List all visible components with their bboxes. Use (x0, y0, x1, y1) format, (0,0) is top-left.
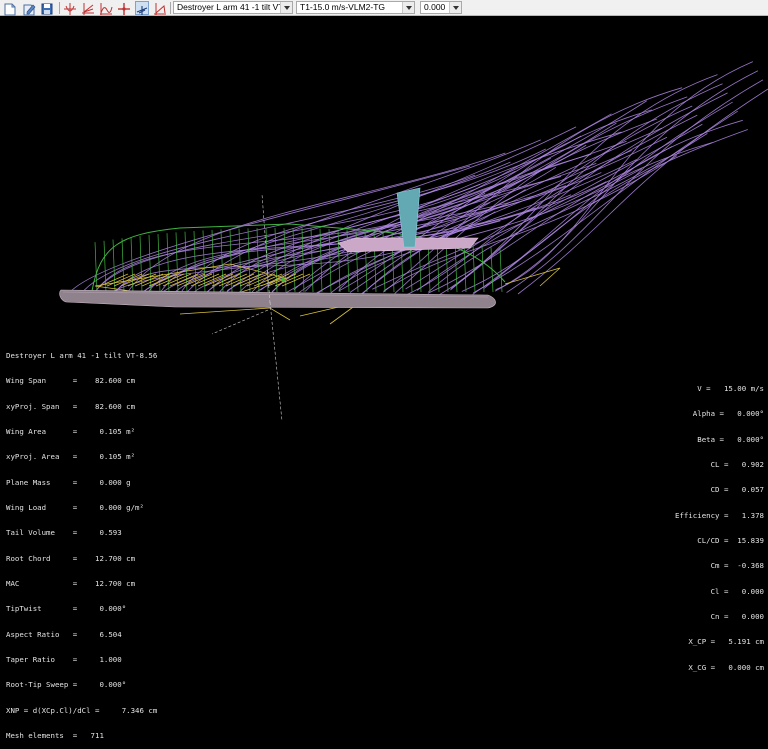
streamline (427, 142, 713, 294)
toolbar-separator (170, 2, 171, 14)
cp-rib (256, 228, 260, 293)
plane-info-line: Root-Tip Sweep = 0.000° (6, 681, 127, 690)
aero-result-line: Beta = 0.000° (697, 435, 764, 444)
aero-result-line: CL/CD = 15.839 (697, 536, 764, 545)
streamline (125, 152, 506, 295)
plane-info-line: TipTwist = 0.000° (6, 605, 127, 614)
cp-rib (184, 231, 188, 293)
cg-marker (281, 278, 285, 282)
plane-3d-view-icon[interactable] (135, 1, 149, 15)
plane-info-line: MAC = 12.700 cm (6, 580, 136, 588)
aero-result-line: Cm = -0.368 (710, 562, 764, 571)
plane-info-line: Plane Mass = 0.000 g (6, 478, 131, 487)
toolbar-separator (59, 2, 60, 14)
wing-3d-view-icon[interactable] (153, 1, 167, 15)
plane-select[interactable]: Destroyer L arm 41 -1 tilt VT-8.56 (173, 1, 293, 14)
aero-result-line: X_CG = 0.000 cm (688, 663, 764, 672)
plane-info-line: Mesh elements = 711 (6, 732, 104, 741)
aero-results-panel: V = 15.00 m/s Alpha = 0.000° Beta = 0.00… (675, 368, 764, 681)
toolbar: Destroyer L arm 41 -1 tilt VT-8.56 T1-15… (0, 0, 768, 16)
plane-info-line: xyProj. Span = 82.600 cm (6, 402, 136, 411)
aero-result-line: Efficiency = 1.378 (675, 511, 764, 520)
gradient-line (246, 273, 276, 287)
main-wing (59, 289, 496, 309)
streamlines (69, 61, 768, 299)
plane-info-line: Aspect Ratio = 6.504 (6, 630, 122, 639)
aero-result-line: X_CP = 5.191 cm (688, 638, 764, 647)
plane-info-line: Taper Ratio = 1.000 (6, 656, 122, 665)
plane-info-line: Root Chord = 12.700 cm (6, 554, 136, 563)
plane-info-line: Wing Load = 0.000 g/m² (6, 503, 144, 512)
open-file-icon[interactable] (3, 1, 17, 16)
cp-rib (148, 234, 152, 293)
plane-select-value: Destroyer L arm 41 -1 tilt VT-8.56 (177, 2, 293, 12)
streamline (506, 79, 764, 293)
plane-info-line: Wing Span = 82.600 cm (6, 377, 136, 386)
operating-point-value: 0.000 (424, 2, 446, 12)
chevron-down-icon[interactable] (280, 2, 292, 13)
streamline (483, 129, 748, 289)
chevron-down-icon[interactable] (402, 2, 414, 13)
gradient-line (148, 273, 178, 287)
cp-rib (220, 229, 224, 293)
plane-info-title: Destroyer L arm 41 -1 tilt VT-8.56 (6, 351, 158, 360)
plane-info-line: Wing Area = 0.105 m² (6, 427, 136, 436)
cross-hair-icon[interactable] (117, 1, 131, 15)
polar-select-value: T1-15.0 m/s-VLM2-TG (300, 2, 386, 12)
streamline (517, 88, 768, 295)
aero-result-line: V = 15.00 m/s (697, 384, 764, 393)
aero-result-line: Alpha = 0.000° (692, 410, 764, 419)
aero-result-line: CL = 0.902 (710, 460, 764, 469)
graph-view-icon[interactable] (99, 1, 113, 15)
aero-result-line: Cl = 0.000 (710, 587, 764, 596)
plane-info-line: XNP = d(XCp.Cl)/dCl = 7.346 cm (6, 706, 158, 715)
polar-view-icon[interactable] (63, 1, 77, 15)
opp-view-icon[interactable] (81, 1, 95, 15)
aero-result-line: Cn = 0.000 (710, 613, 764, 621)
chevron-down-icon[interactable] (449, 2, 461, 13)
plane-info-line: xyProj. Area = 0.105 m² (6, 453, 136, 462)
polar-select[interactable]: T1-15.0 m/s-VLM2-TG (296, 1, 415, 14)
save-icon[interactable] (40, 1, 54, 15)
cp-rib (481, 245, 485, 293)
cp-rib (463, 242, 467, 293)
aero-result-line: CD = 0.057 (710, 486, 764, 495)
plane-info-panel: Destroyer L arm 41 -1 tilt VT-8.56 Wing … (6, 335, 157, 749)
gradient-line (204, 273, 234, 287)
edit-icon[interactable] (22, 1, 36, 16)
plane-info-line: Tail Volume = 0.593 (6, 529, 122, 538)
cp-rib (94, 242, 98, 293)
operating-point-select[interactable]: 0.000 (420, 1, 462, 14)
cp-rib (265, 228, 269, 293)
streamline (439, 74, 718, 296)
gradient-line (134, 273, 164, 287)
